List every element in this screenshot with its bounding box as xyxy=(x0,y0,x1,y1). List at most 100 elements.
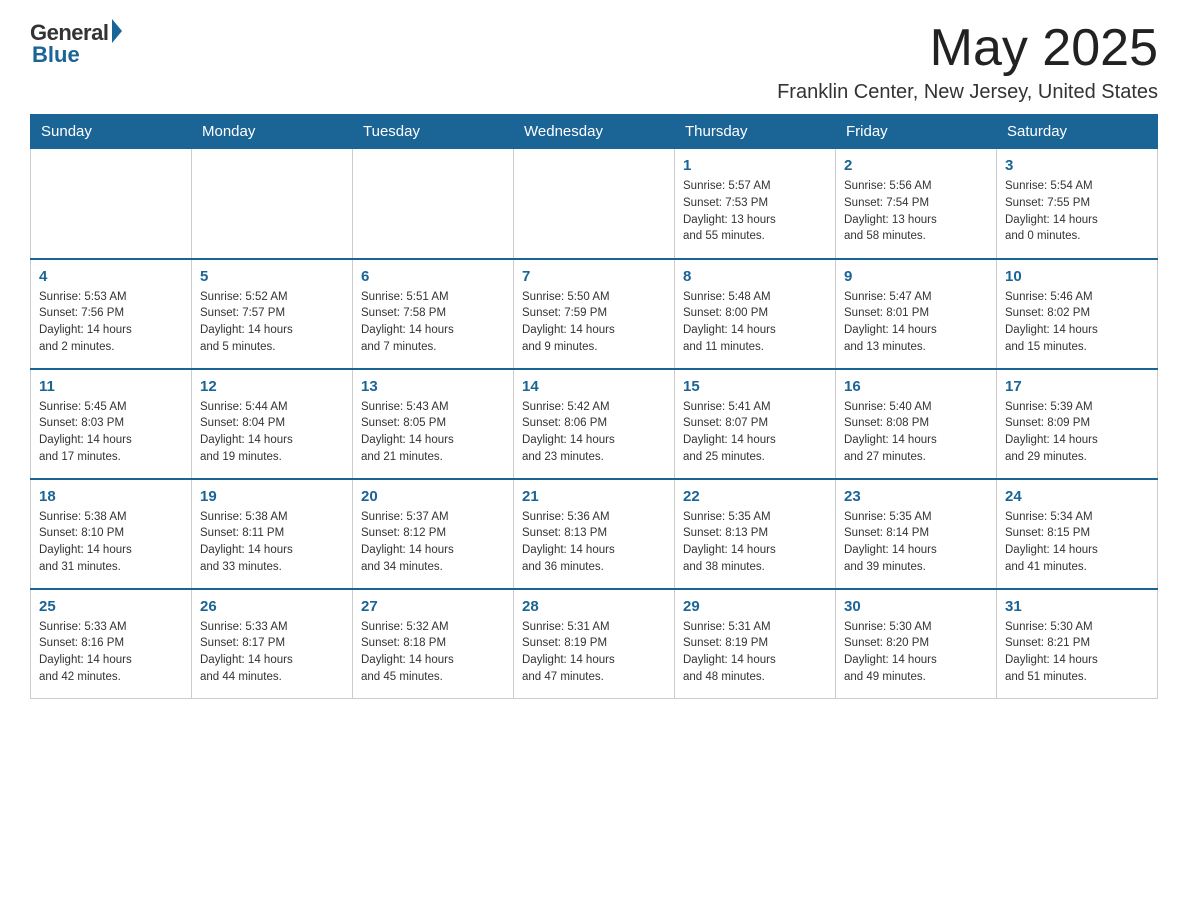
day-number: 14 xyxy=(522,376,666,397)
calendar-cell: 20Sunrise: 5:37 AM Sunset: 8:12 PM Dayli… xyxy=(353,479,514,589)
day-info: Sunrise: 5:37 AM Sunset: 8:12 PM Dayligh… xyxy=(361,509,505,576)
calendar-cell xyxy=(353,149,514,259)
day-info: Sunrise: 5:57 AM Sunset: 7:53 PM Dayligh… xyxy=(683,178,827,245)
day-number: 8 xyxy=(683,266,827,287)
day-number: 13 xyxy=(361,376,505,397)
day-number: 2 xyxy=(844,155,988,176)
day-number: 17 xyxy=(1005,376,1149,397)
calendar-week-row: 11Sunrise: 5:45 AM Sunset: 8:03 PM Dayli… xyxy=(31,369,1158,479)
day-number: 30 xyxy=(844,596,988,617)
day-number: 29 xyxy=(683,596,827,617)
day-number: 20 xyxy=(361,486,505,507)
calendar-cell: 24Sunrise: 5:34 AM Sunset: 8:15 PM Dayli… xyxy=(997,479,1158,589)
logo: General Blue xyxy=(30,20,122,68)
day-info: Sunrise: 5:45 AM Sunset: 8:03 PM Dayligh… xyxy=(39,399,183,466)
day-info: Sunrise: 5:30 AM Sunset: 8:21 PM Dayligh… xyxy=(1005,619,1149,686)
day-number: 10 xyxy=(1005,266,1149,287)
calendar-week-row: 4Sunrise: 5:53 AM Sunset: 7:56 PM Daylig… xyxy=(31,259,1158,369)
calendar-cell: 29Sunrise: 5:31 AM Sunset: 8:19 PM Dayli… xyxy=(675,589,836,699)
day-number: 18 xyxy=(39,486,183,507)
day-number: 12 xyxy=(200,376,344,397)
month-year-title: May 2025 xyxy=(777,20,1158,77)
day-number: 28 xyxy=(522,596,666,617)
calendar-cell: 18Sunrise: 5:38 AM Sunset: 8:10 PM Dayli… xyxy=(31,479,192,589)
day-info: Sunrise: 5:39 AM Sunset: 8:09 PM Dayligh… xyxy=(1005,399,1149,466)
calendar-week-row: 1Sunrise: 5:57 AM Sunset: 7:53 PM Daylig… xyxy=(31,149,1158,259)
calendar-cell: 9Sunrise: 5:47 AM Sunset: 8:01 PM Daylig… xyxy=(836,259,997,369)
day-info: Sunrise: 5:35 AM Sunset: 8:13 PM Dayligh… xyxy=(683,509,827,576)
day-info: Sunrise: 5:38 AM Sunset: 8:11 PM Dayligh… xyxy=(200,509,344,576)
calendar-cell: 16Sunrise: 5:40 AM Sunset: 8:08 PM Dayli… xyxy=(836,369,997,479)
day-info: Sunrise: 5:51 AM Sunset: 7:58 PM Dayligh… xyxy=(361,289,505,356)
calendar-table: SundayMondayTuesdayWednesdayThursdayFrid… xyxy=(30,114,1158,699)
day-number: 15 xyxy=(683,376,827,397)
day-info: Sunrise: 5:34 AM Sunset: 8:15 PM Dayligh… xyxy=(1005,509,1149,576)
day-number: 21 xyxy=(522,486,666,507)
calendar-cell: 3Sunrise: 5:54 AM Sunset: 7:55 PM Daylig… xyxy=(997,149,1158,259)
day-number: 24 xyxy=(1005,486,1149,507)
calendar-cell: 28Sunrise: 5:31 AM Sunset: 8:19 PM Dayli… xyxy=(514,589,675,699)
day-number: 25 xyxy=(39,596,183,617)
day-info: Sunrise: 5:50 AM Sunset: 7:59 PM Dayligh… xyxy=(522,289,666,356)
calendar-cell xyxy=(31,149,192,259)
day-number: 5 xyxy=(200,266,344,287)
day-info: Sunrise: 5:46 AM Sunset: 8:02 PM Dayligh… xyxy=(1005,289,1149,356)
day-info: Sunrise: 5:32 AM Sunset: 8:18 PM Dayligh… xyxy=(361,619,505,686)
col-header-saturday: Saturday xyxy=(997,115,1158,149)
day-info: Sunrise: 5:35 AM Sunset: 8:14 PM Dayligh… xyxy=(844,509,988,576)
page-header: General Blue May 2025 Franklin Center, N… xyxy=(30,20,1158,104)
calendar-cell: 4Sunrise: 5:53 AM Sunset: 7:56 PM Daylig… xyxy=(31,259,192,369)
day-info: Sunrise: 5:56 AM Sunset: 7:54 PM Dayligh… xyxy=(844,178,988,245)
calendar-cell: 19Sunrise: 5:38 AM Sunset: 8:11 PM Dayli… xyxy=(192,479,353,589)
calendar-cell: 21Sunrise: 5:36 AM Sunset: 8:13 PM Dayli… xyxy=(514,479,675,589)
day-info: Sunrise: 5:31 AM Sunset: 8:19 PM Dayligh… xyxy=(683,619,827,686)
calendar-cell: 6Sunrise: 5:51 AM Sunset: 7:58 PM Daylig… xyxy=(353,259,514,369)
day-info: Sunrise: 5:33 AM Sunset: 8:17 PM Dayligh… xyxy=(200,619,344,686)
location-subtitle: Franklin Center, New Jersey, United Stat… xyxy=(777,81,1158,104)
calendar-header-row: SundayMondayTuesdayWednesdayThursdayFrid… xyxy=(31,115,1158,149)
calendar-cell: 5Sunrise: 5:52 AM Sunset: 7:57 PM Daylig… xyxy=(192,259,353,369)
day-number: 16 xyxy=(844,376,988,397)
calendar-cell: 7Sunrise: 5:50 AM Sunset: 7:59 PM Daylig… xyxy=(514,259,675,369)
calendar-cell xyxy=(192,149,353,259)
col-header-friday: Friday xyxy=(836,115,997,149)
day-number: 22 xyxy=(683,486,827,507)
col-header-sunday: Sunday xyxy=(31,115,192,149)
calendar-cell: 23Sunrise: 5:35 AM Sunset: 8:14 PM Dayli… xyxy=(836,479,997,589)
day-number: 27 xyxy=(361,596,505,617)
day-info: Sunrise: 5:38 AM Sunset: 8:10 PM Dayligh… xyxy=(39,509,183,576)
calendar-week-row: 25Sunrise: 5:33 AM Sunset: 8:16 PM Dayli… xyxy=(31,589,1158,699)
day-info: Sunrise: 5:44 AM Sunset: 8:04 PM Dayligh… xyxy=(200,399,344,466)
day-number: 7 xyxy=(522,266,666,287)
col-header-monday: Monday xyxy=(192,115,353,149)
day-number: 31 xyxy=(1005,596,1149,617)
day-number: 23 xyxy=(844,486,988,507)
day-info: Sunrise: 5:53 AM Sunset: 7:56 PM Dayligh… xyxy=(39,289,183,356)
calendar-cell: 17Sunrise: 5:39 AM Sunset: 8:09 PM Dayli… xyxy=(997,369,1158,479)
col-header-thursday: Thursday xyxy=(675,115,836,149)
title-section: May 2025 Franklin Center, New Jersey, Un… xyxy=(777,20,1158,104)
logo-arrow-icon xyxy=(112,19,122,43)
calendar-cell: 15Sunrise: 5:41 AM Sunset: 8:07 PM Dayli… xyxy=(675,369,836,479)
calendar-cell: 14Sunrise: 5:42 AM Sunset: 8:06 PM Dayli… xyxy=(514,369,675,479)
calendar-cell: 26Sunrise: 5:33 AM Sunset: 8:17 PM Dayli… xyxy=(192,589,353,699)
day-number: 6 xyxy=(361,266,505,287)
day-info: Sunrise: 5:40 AM Sunset: 8:08 PM Dayligh… xyxy=(844,399,988,466)
calendar-cell: 25Sunrise: 5:33 AM Sunset: 8:16 PM Dayli… xyxy=(31,589,192,699)
calendar-cell: 13Sunrise: 5:43 AM Sunset: 8:05 PM Dayli… xyxy=(353,369,514,479)
calendar-cell: 12Sunrise: 5:44 AM Sunset: 8:04 PM Dayli… xyxy=(192,369,353,479)
calendar-cell: 30Sunrise: 5:30 AM Sunset: 8:20 PM Dayli… xyxy=(836,589,997,699)
day-number: 19 xyxy=(200,486,344,507)
calendar-cell: 8Sunrise: 5:48 AM Sunset: 8:00 PM Daylig… xyxy=(675,259,836,369)
day-info: Sunrise: 5:54 AM Sunset: 7:55 PM Dayligh… xyxy=(1005,178,1149,245)
calendar-cell: 10Sunrise: 5:46 AM Sunset: 8:02 PM Dayli… xyxy=(997,259,1158,369)
calendar-cell: 1Sunrise: 5:57 AM Sunset: 7:53 PM Daylig… xyxy=(675,149,836,259)
day-info: Sunrise: 5:30 AM Sunset: 8:20 PM Dayligh… xyxy=(844,619,988,686)
logo-blue-text: Blue xyxy=(32,42,80,68)
day-info: Sunrise: 5:36 AM Sunset: 8:13 PM Dayligh… xyxy=(522,509,666,576)
day-info: Sunrise: 5:47 AM Sunset: 8:01 PM Dayligh… xyxy=(844,289,988,356)
day-number: 9 xyxy=(844,266,988,287)
day-info: Sunrise: 5:41 AM Sunset: 8:07 PM Dayligh… xyxy=(683,399,827,466)
calendar-week-row: 18Sunrise: 5:38 AM Sunset: 8:10 PM Dayli… xyxy=(31,479,1158,589)
day-number: 11 xyxy=(39,376,183,397)
